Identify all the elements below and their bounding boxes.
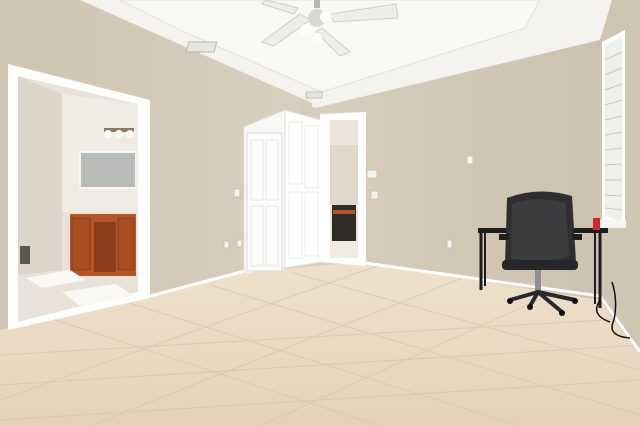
thermostat-icon (366, 169, 378, 179)
bathroom-mirror (79, 151, 137, 189)
hallway-doorway (320, 112, 366, 266)
vanity-lights (104, 128, 134, 138)
light-switch-icon (370, 190, 379, 200)
light-switch-icon-2 (233, 188, 241, 198)
closet-door-right-open[interactable] (284, 109, 323, 269)
air-vent-icon (185, 41, 218, 53)
electrical-outlet-icon (446, 239, 453, 249)
closet-door-left[interactable] (246, 132, 283, 272)
electrical-outlet-icon-2 (223, 240, 230, 249)
wall-jack-icon (466, 155, 474, 165)
window-blinds (600, 30, 626, 228)
room-photo (0, 0, 640, 426)
bathroom-doorway (8, 64, 150, 330)
closet (243, 109, 323, 275)
air-vent-icon-2 (305, 91, 323, 99)
electrical-outlet-icon-3 (236, 239, 243, 248)
